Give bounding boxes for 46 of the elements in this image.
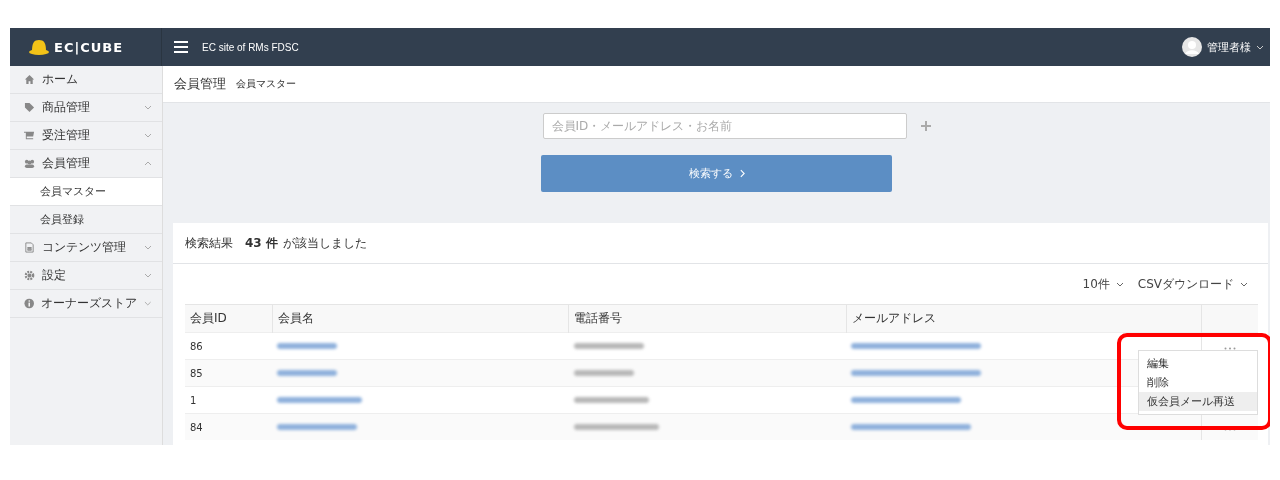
sidebar-item[interactable]: 受注管理 xyxy=(10,122,162,150)
menu-icon[interactable] xyxy=(174,41,188,53)
search-field[interactable]: 会員ID・メールアドレス・お名前 xyxy=(542,113,907,139)
file-icon xyxy=(24,242,35,253)
gear-icon xyxy=(24,270,35,281)
chevron-down-icon xyxy=(1115,281,1124,287)
results-summary: 検索結果 43 件 が該当しました xyxy=(185,234,367,252)
sidebar-subitem[interactable]: 会員マスター xyxy=(10,178,162,206)
user-menu[interactable]: 管理者様 xyxy=(1182,37,1264,57)
csv-download-dropdown[interactable]: CSVダウンロード xyxy=(1137,275,1248,293)
page-title: 会員管理 xyxy=(174,75,226,93)
sidebar-item[interactable]: 商品管理 xyxy=(10,94,162,122)
table-cell: 84 xyxy=(185,413,273,440)
chevron-down-icon xyxy=(1256,44,1264,50)
users-icon xyxy=(24,158,35,169)
home-icon xyxy=(24,74,35,85)
menu-item[interactable]: 編集 xyxy=(1139,354,1257,373)
info-icon xyxy=(24,298,35,309)
tag-icon xyxy=(24,102,35,113)
sidebar-item[interactable]: ホーム xyxy=(10,66,162,94)
logo-text: EC|CUBE xyxy=(54,39,124,55)
sidebar-item[interactable]: オーナーズストア xyxy=(10,290,162,318)
blurred-name xyxy=(277,370,338,376)
column-header: 会員名 xyxy=(272,304,569,333)
column-header: 会員ID xyxy=(185,304,273,333)
menu-item[interactable]: 仮会員メール再送 xyxy=(1139,392,1257,411)
chevron-down-icon xyxy=(1240,281,1248,287)
sidebar-item[interactable]: 設定 xyxy=(10,262,162,290)
column-header: メールアドレス xyxy=(846,304,1202,333)
sidebar-item[interactable]: コンテンツ管理 xyxy=(10,234,162,262)
page-subtitle: 会員マスター xyxy=(236,77,296,91)
blurred-name xyxy=(277,343,338,349)
chevron-right-icon xyxy=(739,169,745,178)
blurred-phone xyxy=(573,370,634,376)
sidebar-subitem[interactable]: 会員登録 xyxy=(10,206,162,234)
menu-item[interactable]: 削除 xyxy=(1139,373,1257,392)
more-icon[interactable] xyxy=(1224,346,1237,350)
table-cell: 85 xyxy=(185,359,273,387)
blurred-phone xyxy=(573,343,644,349)
avatar-icon xyxy=(1182,37,1202,57)
hat-icon xyxy=(28,39,50,55)
site-name: EC site of RMs FDSC xyxy=(202,41,299,53)
cart-icon xyxy=(24,130,35,141)
per-page-dropdown[interactable]: 10件 xyxy=(1082,275,1124,293)
plus-icon[interactable] xyxy=(920,121,931,131)
column-header: 電話番号 xyxy=(568,304,847,333)
